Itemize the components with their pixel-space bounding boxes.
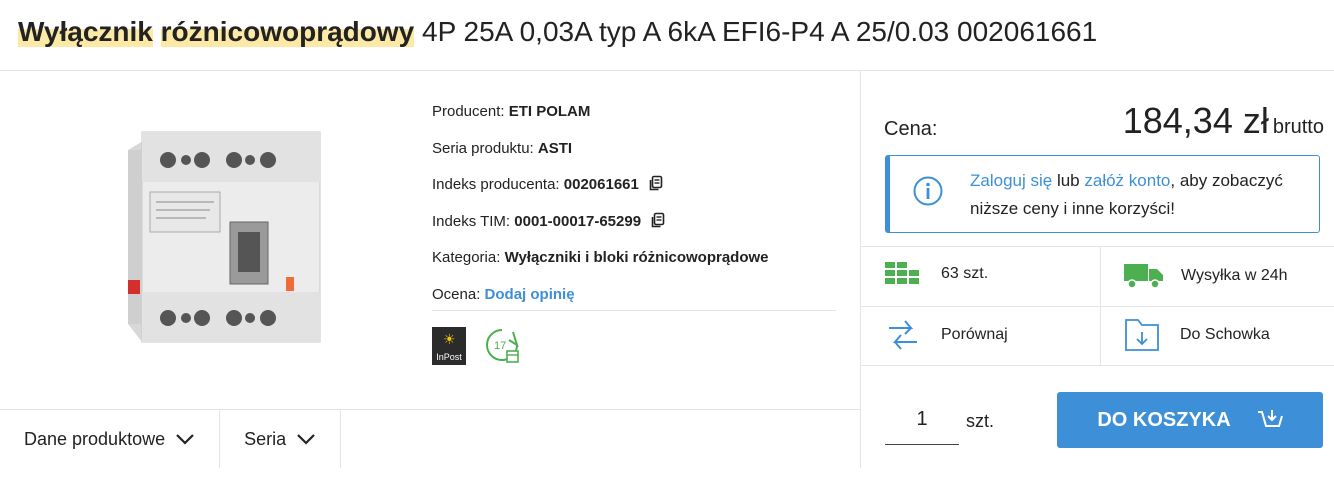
stock-count: 63 szt. [941, 265, 989, 282]
spec-producer-index-label: Indeks producenta: [432, 176, 560, 193]
column-divider [860, 70, 861, 468]
add-to-cart-button[interactable]: DO KOSZYKA [1057, 392, 1323, 448]
spec-producer-index: Indeks producenta: 002061661 [432, 171, 769, 208]
stock-icon [885, 262, 919, 284]
spec-producer-label: Producent: [432, 103, 505, 120]
tab-product-data[interactable]: Dane produktowe [0, 410, 221, 468]
add-to-cart-label: DO KOSZYKA [1097, 408, 1231, 431]
compare-button[interactable]: Porównaj [885, 318, 1008, 352]
price-amount: 184,34 zł [1122, 100, 1269, 141]
chevron-down-icon [297, 434, 315, 445]
product-specs: Producent: ETI POLAM Seria produktu: AST… [432, 98, 769, 317]
spec-rating: Ocena: Dodaj opinię [432, 281, 769, 318]
spec-category: Kategoria: Wyłączniki i bloki różnicowop… [432, 244, 769, 281]
chevron-down-icon [176, 434, 194, 445]
price-label: Cena: [884, 118, 938, 140]
stock-info: 63 szt. [885, 262, 988, 286]
compare-icon [889, 320, 917, 350]
spec-series-value: ASTI [537, 139, 573, 157]
clipboard-button[interactable]: Do Schowka [1124, 318, 1270, 352]
cart-add-icon [1257, 410, 1283, 427]
spec-category-value[interactable]: Wyłączniki i bloki różnicowoprądowe [505, 249, 769, 266]
title-highlight-1: Wyłącznik [18, 16, 153, 47]
price-suffix: brutto [1272, 116, 1324, 138]
tab-series-label: Seria [244, 428, 287, 449]
spec-producer: Producent: ETI POLAM [432, 98, 769, 135]
quantity-input[interactable] [885, 395, 959, 445]
login-notice: Zaloguj się lub załóż konto, aby zobaczy… [885, 155, 1320, 233]
register-link[interactable]: załóż konto [1084, 171, 1170, 190]
delivery-days-icon: 17 [486, 329, 519, 363]
product-image[interactable] [110, 92, 336, 352]
delivery-days-value: 17 [494, 340, 506, 352]
compare-label: Porównaj [941, 326, 1008, 343]
features-divider-mid [860, 306, 1334, 307]
login-notice-text: Zaloguj się lub załóż konto, aby zobaczy… [970, 167, 1310, 223]
tab-product-data-label: Dane produktowe [24, 428, 166, 449]
title-rest: 4P 25A 0,03A typ A 6kA EFI6-P4 A 25/0.03… [422, 16, 1098, 47]
spec-producer-index-value: 002061661 [563, 176, 639, 193]
spec-producer-value: ETI POLAM [508, 103, 591, 120]
title-highlight-2: różnicowoprądowy [160, 16, 415, 47]
copy-icon[interactable] [650, 212, 666, 229]
price-value: 184,34 zł brutto [1123, 100, 1324, 142]
clipboard-label: Do Schowka [1180, 326, 1270, 343]
features-divider-vertical [1100, 246, 1101, 365]
add-review-link[interactable]: Dodaj opinię [485, 286, 575, 303]
spec-tim-index-value: 0001-00017-65299 [514, 212, 642, 230]
inpost-label: InPost [436, 352, 462, 362]
title-divider [0, 70, 1334, 71]
copy-icon[interactable] [648, 175, 664, 192]
quantity-unit: szt. [966, 411, 995, 431]
shipping-label: Wysyłka w 24h [1181, 267, 1288, 284]
info-icon [913, 176, 943, 206]
folder-download-icon [1125, 319, 1159, 351]
spec-series: Seria produktu: ASTI [432, 135, 769, 172]
login-link[interactable]: Zaloguj się [970, 171, 1052, 190]
features-divider-bottom [860, 365, 1334, 366]
delivery-badges: ☀ InPost 17 [432, 326, 522, 366]
spec-category-label: Kategoria: [432, 249, 501, 266]
spec-tim-index: Indeks TIM: 0001-00017-65299 [432, 208, 769, 245]
tab-series[interactable]: Seria [220, 410, 342, 468]
truck-icon [1124, 264, 1163, 289]
spec-rating-label: Ocena: [432, 285, 481, 303]
inpost-badge: ☀ InPost [432, 327, 466, 365]
shipping-info: Wysyłka w 24h [1124, 262, 1288, 290]
spec-tim-index-label: Indeks TIM: [432, 212, 511, 230]
features-divider-top [860, 246, 1334, 247]
inpost-sun-icon: ☀ [443, 331, 456, 347]
product-title: Wyłącznik różnicowoprądowy 4P 25A 0,03A … [18, 14, 1097, 50]
login-or: lub [1056, 171, 1080, 190]
product-tabs: Dane produktowe Seria [0, 410, 342, 468]
spec-series-label: Seria produktu: [432, 139, 534, 157]
